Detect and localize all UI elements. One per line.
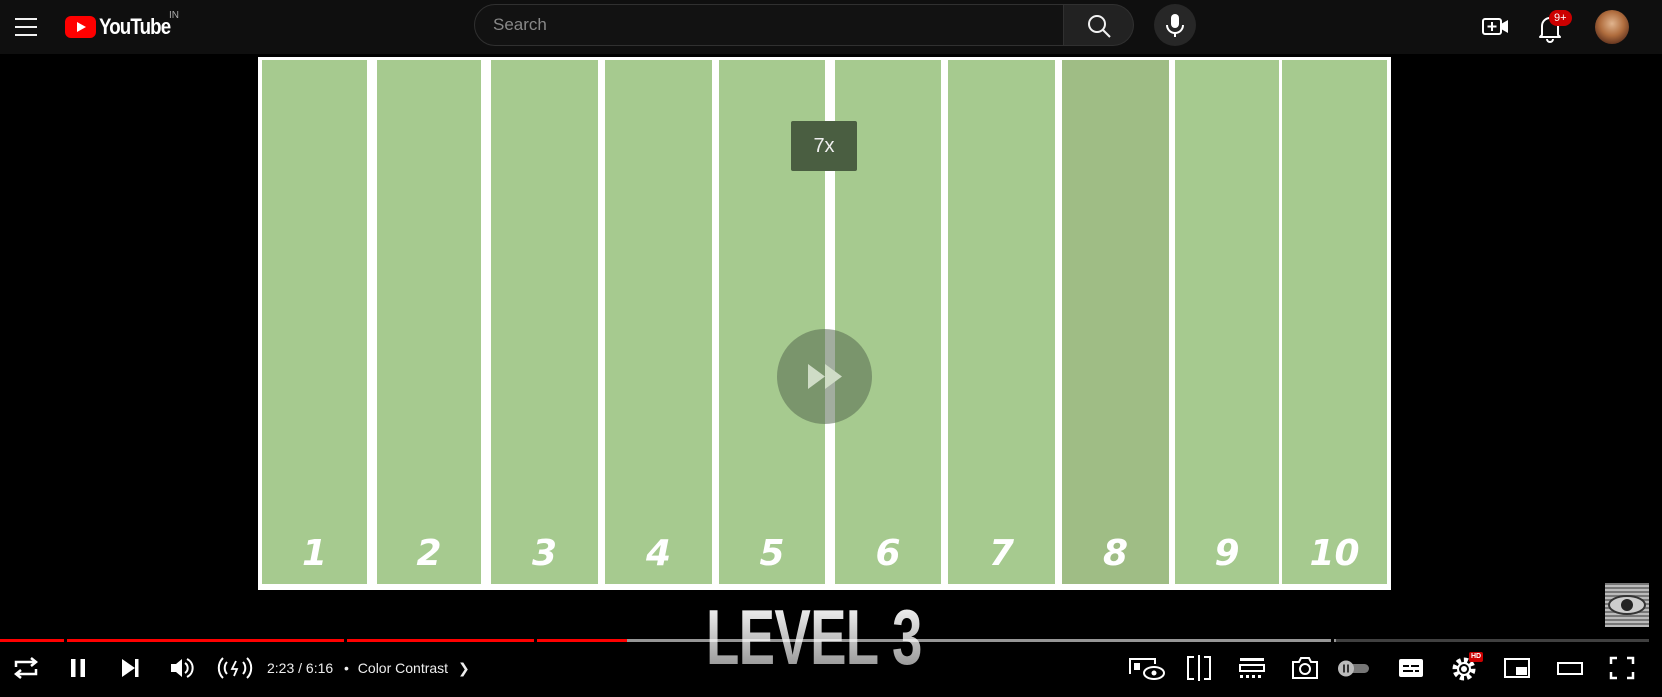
chapter-separator: • xyxy=(344,660,349,676)
notification-badge: 9+ xyxy=(1549,10,1572,26)
subtitles-icon xyxy=(1399,659,1423,677)
hamburger-icon[interactable] xyxy=(12,13,40,41)
search-button[interactable] xyxy=(1064,4,1134,46)
create-button[interactable] xyxy=(1479,12,1513,42)
bar-label: 7 xyxy=(988,533,1015,574)
chapter-link[interactable]: • Color Contrast ❯ xyxy=(344,660,470,677)
ambient-view-button[interactable] xyxy=(1125,652,1167,684)
voice-search-button[interactable] xyxy=(1154,4,1196,46)
search-icon xyxy=(1088,15,1111,38)
logo-text: YouTube xyxy=(99,14,171,39)
bar-label: 8 xyxy=(1102,533,1129,574)
chevron-right-icon: ❯ xyxy=(457,660,470,676)
theater-mode-button[interactable] xyxy=(1553,652,1587,684)
avatar[interactable] xyxy=(1595,10,1629,44)
miniplayer-icon xyxy=(1504,658,1530,678)
mic-icon xyxy=(1166,14,1184,37)
split-view-button[interactable] xyxy=(1182,652,1216,684)
bar-label: 9 xyxy=(1214,533,1240,574)
bar-label: 4 xyxy=(645,533,672,574)
playback-speed-overlay: 7x xyxy=(791,121,857,171)
chapter-title: Color Contrast xyxy=(357,660,449,676)
bar-label: 6 xyxy=(875,533,901,574)
chapter-marker xyxy=(534,639,537,642)
youtube-play-icon xyxy=(65,16,96,38)
fast-forward-overlay xyxy=(777,329,872,424)
pause-button[interactable] xyxy=(61,652,95,684)
time-display: 2:23 / 6:16 xyxy=(267,660,334,676)
country-code: IN xyxy=(169,10,179,21)
theater-mode-icon xyxy=(1557,662,1583,675)
search-bar xyxy=(474,4,1135,48)
bar-label: 1 xyxy=(301,533,328,574)
create-video-icon xyxy=(1482,18,1508,35)
autoplay-toggle[interactable] xyxy=(1335,652,1373,684)
bar-label: 2 xyxy=(416,533,442,574)
next-icon xyxy=(122,659,139,677)
volume-icon xyxy=(171,658,194,678)
chapter-marker xyxy=(344,639,347,642)
split-view-icon xyxy=(1187,655,1211,681)
chapter-marker xyxy=(64,639,67,642)
pause-icon xyxy=(71,659,85,677)
loop-button[interactable] xyxy=(9,652,43,684)
progress-played xyxy=(0,639,627,642)
hd-badge: HD xyxy=(1469,652,1484,662)
chapter-marker xyxy=(1331,639,1334,642)
autoplay-toggle-icon xyxy=(1338,660,1369,677)
stable-volume-button[interactable] xyxy=(215,652,255,684)
youtube-logo[interactable]: YouTube xyxy=(65,14,183,40)
stable-volume-icon xyxy=(217,657,253,679)
volume-button[interactable] xyxy=(164,652,198,684)
bar-label: 5 xyxy=(759,533,785,574)
layout-icon xyxy=(1239,658,1265,678)
player-controls: 2:23 / 6:16 • Color Contrast ❯ HD xyxy=(0,648,1662,688)
search-input[interactable] xyxy=(474,4,1064,46)
camera-icon xyxy=(1292,657,1318,679)
eye-watermark xyxy=(1605,583,1649,627)
bar-label: 3 xyxy=(531,533,558,574)
top-bar: YouTube IN 9+ xyxy=(0,0,1662,54)
fullscreen-icon xyxy=(1609,656,1635,680)
loop-icon xyxy=(13,657,39,679)
next-button[interactable] xyxy=(113,652,147,684)
fullscreen-button[interactable] xyxy=(1605,652,1639,684)
layout-button[interactable] xyxy=(1235,652,1269,684)
fast-forward-icon xyxy=(808,364,842,389)
bar-label: 10 xyxy=(1309,533,1360,574)
screenshot-button[interactable] xyxy=(1288,652,1322,684)
screen-eye-icon xyxy=(1129,658,1165,680)
progress-bar[interactable] xyxy=(0,639,1649,642)
subtitles-button[interactable] xyxy=(1394,652,1428,684)
miniplayer-button[interactable] xyxy=(1500,652,1534,684)
